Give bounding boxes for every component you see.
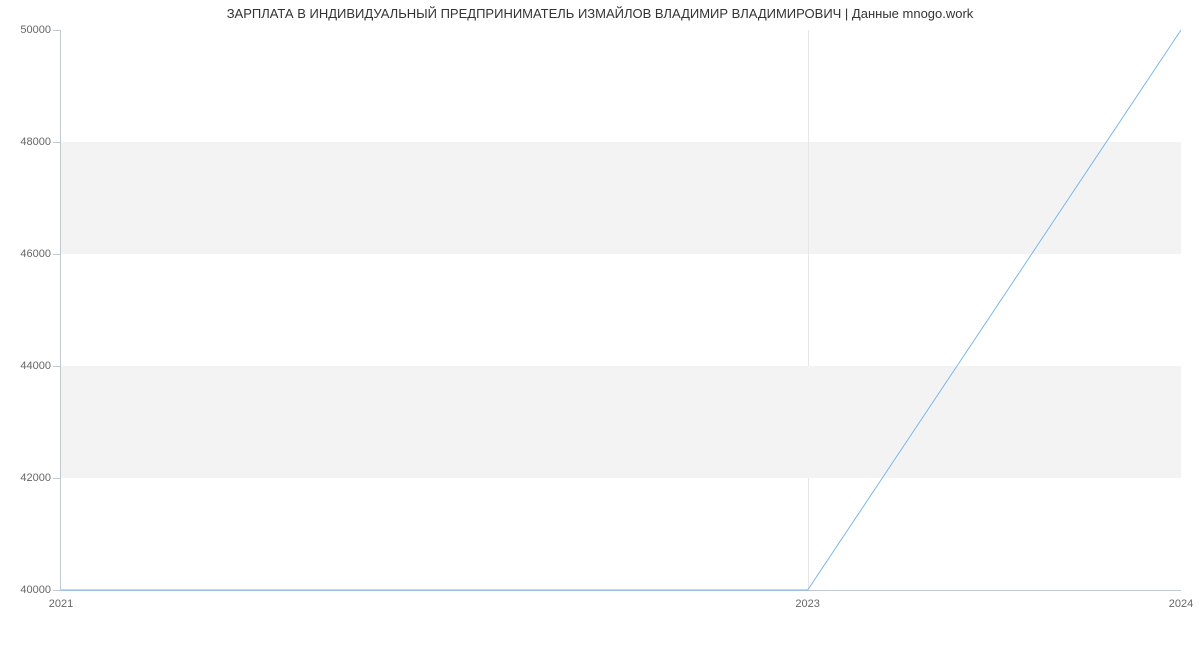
x-axis-label: 2021	[49, 590, 73, 610]
y-axis-label: 48000	[20, 136, 61, 148]
chart-title: ЗАРПЛАТА В ИНДИВИДУАЛЬНЫЙ ПРЕДПРИНИМАТЕЛ…	[0, 6, 1200, 21]
y-axis-label: 44000	[20, 360, 61, 372]
y-axis-label: 50000	[20, 24, 61, 36]
y-axis-label: 46000	[20, 248, 61, 260]
line-series	[61, 30, 1181, 590]
plot-area: 4000042000440004600048000500002021202320…	[60, 30, 1181, 591]
y-axis-label: 42000	[20, 472, 61, 484]
chart-container: ЗАРПЛАТА В ИНДИВИДУАЛЬНЫЙ ПРЕДПРИНИМАТЕЛ…	[0, 0, 1200, 650]
x-axis-label: 2024	[1169, 590, 1193, 610]
x-axis-label: 2023	[795, 590, 819, 610]
